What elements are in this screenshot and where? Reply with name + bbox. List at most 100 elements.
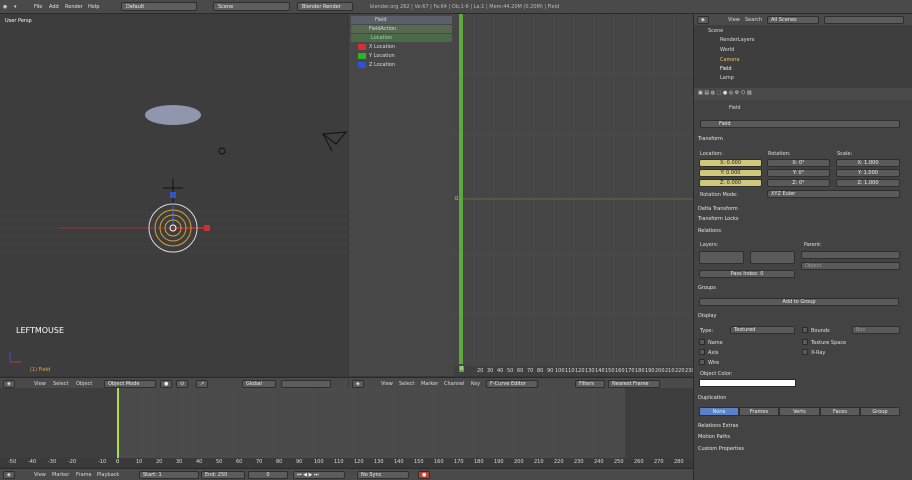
- wire-checkbox[interactable]: [699, 359, 705, 365]
- rotation-y[interactable]: Y: 0°: [767, 169, 830, 177]
- channel-z-location[interactable]: Z Location: [351, 61, 452, 69]
- relations-extras-header[interactable]: Relations Extras: [698, 423, 738, 429]
- end-frame-field[interactable]: End: 250: [201, 471, 245, 479]
- menu-file[interactable]: File: [34, 4, 42, 10]
- record-icon[interactable]: ●: [418, 471, 431, 479]
- menu-view[interactable]: View: [34, 381, 46, 387]
- current-frame-field[interactable]: 0: [248, 471, 288, 479]
- render-tab-icon[interactable]: ▣ ▤ ◍ ⬚ ● ◎ ⚙ ⬡ ▨: [698, 90, 752, 96]
- menu-marker[interactable]: Marker: [52, 472, 69, 478]
- menu-frame[interactable]: Frame: [76, 472, 92, 478]
- menu-select[interactable]: Select: [53, 381, 68, 387]
- location-x[interactable]: X: 0.000: [699, 159, 762, 167]
- duplication-header[interactable]: Duplication: [698, 395, 726, 401]
- add-to-group-button[interactable]: Add to Group: [699, 298, 899, 306]
- custom-properties-header[interactable]: Custom Properties: [698, 446, 744, 452]
- menu-view[interactable]: View: [381, 381, 393, 387]
- motion-paths-header[interactable]: Motion Paths: [698, 434, 730, 440]
- dup-faces-tab[interactable]: Faces: [820, 407, 860, 416]
- editor-type-icon[interactable]: ◈: [352, 380, 364, 388]
- menu-channel[interactable]: Channel: [444, 381, 465, 387]
- menu-view[interactable]: View: [34, 472, 46, 478]
- menu-search[interactable]: Search: [745, 17, 762, 23]
- menu-marker[interactable]: Marker: [421, 381, 438, 387]
- outliner-camera[interactable]: Camera: [720, 57, 740, 63]
- outliner[interactable]: ◈ View Search All Scenes Scene RenderLay…: [694, 14, 912, 88]
- pass-index-field[interactable]: Pass Index: 0: [699, 270, 795, 278]
- scale-x[interactable]: X: 1.000: [836, 159, 900, 167]
- manipulator-icon[interactable]: ↗: [196, 380, 209, 388]
- parent-field[interactable]: [801, 251, 900, 259]
- dup-group-tab[interactable]: Group: [860, 407, 900, 416]
- graph-editor[interactable]: Field FieldAction Location X Location Y …: [349, 14, 693, 376]
- bounds-type-dropdown[interactable]: Box: [852, 326, 900, 334]
- shading-icon[interactable]: ●: [160, 380, 173, 388]
- location-z[interactable]: Z: 0.000: [699, 179, 762, 187]
- location-y[interactable]: Y: 0.000: [699, 169, 762, 177]
- display-header[interactable]: Display: [698, 313, 716, 319]
- filters-button[interactable]: Filters: [575, 380, 605, 388]
- menu-add[interactable]: Add: [49, 4, 59, 10]
- parent-type-dropdown[interactable]: Object: [801, 262, 900, 270]
- editor-type-icon[interactable]: ◈: [3, 471, 15, 479]
- start-frame-field[interactable]: Start: 1: [139, 471, 199, 479]
- bounds-checkbox[interactable]: [802, 327, 808, 333]
- pivot-icon[interactable]: ⊙: [176, 380, 189, 388]
- layers-grid[interactable]: [281, 380, 331, 388]
- menu-object[interactable]: Object: [76, 381, 92, 387]
- dup-none-tab[interactable]: None: [699, 407, 739, 416]
- channel-y-location[interactable]: Y Location: [351, 52, 452, 60]
- sync-dropdown[interactable]: No Sync: [357, 471, 409, 479]
- axis-checkbox[interactable]: [699, 349, 705, 355]
- delta-transform-header[interactable]: Delta Transform: [698, 206, 738, 212]
- search-input[interactable]: [824, 16, 904, 24]
- scale-z[interactable]: Z: 1.000: [836, 179, 900, 187]
- dup-verts-tab[interactable]: Verts: [779, 407, 820, 416]
- name-checkbox[interactable]: [699, 339, 705, 345]
- scale-y[interactable]: Y: 1.000: [836, 169, 900, 177]
- outliner-scene[interactable]: Scene: [708, 28, 723, 34]
- menu-playback[interactable]: Playback: [97, 472, 119, 478]
- screen-layout-dropdown[interactable]: Default: [121, 2, 197, 11]
- pivot-dropdown[interactable]: Nearest Frame: [608, 380, 660, 388]
- menu-key[interactable]: Key: [471, 381, 480, 387]
- layers-grid[interactable]: [699, 251, 744, 264]
- outliner-renderlayers[interactable]: RenderLayers: [720, 37, 754, 43]
- timeline-ruler[interactable]: -50 -40 -30 -20 -10 0 10 20 30 40 50 60 70 80 9…: [0, 458, 693, 466]
- relations-header[interactable]: Relations: [698, 228, 721, 234]
- texture-space-checkbox[interactable]: [802, 339, 808, 345]
- menu-select[interactable]: Select: [399, 381, 414, 387]
- 3d-viewport[interactable]: User Persp LEFTMOUSE (1) Field: [0, 14, 348, 376]
- dup-frames-tab[interactable]: Frames: [739, 407, 779, 416]
- menu-view[interactable]: View: [728, 17, 740, 23]
- draw-type-dropdown[interactable]: Textured: [730, 326, 795, 334]
- channel-action[interactable]: FieldAction: [351, 25, 452, 33]
- menu-help[interactable]: Help: [88, 4, 99, 10]
- object-color-swatch[interactable]: [699, 379, 796, 387]
- orientation-dropdown[interactable]: Global: [242, 380, 276, 388]
- rotation-x[interactable]: X: 0°: [767, 159, 830, 167]
- rotation-z[interactable]: Z: 0°: [767, 179, 830, 187]
- timeline[interactable]: [0, 388, 693, 458]
- transform-panel-header[interactable]: Transform: [698, 136, 723, 142]
- editor-type-icon[interactable]: ◈: [3, 380, 15, 388]
- editor-type-icon[interactable]: ◈: [697, 16, 709, 24]
- object-name-field[interactable]: Field: [700, 120, 900, 128]
- playback-controls[interactable]: ⏮ ◀ ▶ ⏭: [293, 471, 345, 479]
- transform-locks-header[interactable]: Transform Locks: [698, 216, 738, 222]
- scene-dropdown[interactable]: Scene: [213, 2, 290, 11]
- menu-render[interactable]: Render: [65, 4, 83, 10]
- xray-checkbox[interactable]: [802, 349, 808, 355]
- blender-logo-icon[interactable]: ◉: [3, 4, 7, 10]
- rotation-mode-dropdown[interactable]: XYZ Euler: [767, 190, 900, 198]
- properties-tabs[interactable]: ▣ ▤ ◍ ⬚ ● ◎ ⚙ ⬡ ▨: [694, 88, 912, 100]
- channel-group[interactable]: Location: [351, 34, 452, 42]
- mode-dropdown[interactable]: Object Mode: [104, 380, 156, 388]
- graph-mode-dropdown[interactable]: F-Curve Editor: [486, 380, 538, 388]
- channel-x-location[interactable]: X Location: [351, 43, 452, 51]
- frame-ruler[interactable]: 0 20 30 40 50 60 70 80 90 100 110 120 130 140 1…: [454, 366, 693, 376]
- display-mode-dropdown[interactable]: All Scenes: [767, 16, 819, 24]
- outliner-lamp[interactable]: Lamp: [720, 75, 734, 81]
- channel-object[interactable]: Field: [351, 16, 452, 24]
- render-engine-dropdown[interactable]: Blender Render: [297, 2, 353, 11]
